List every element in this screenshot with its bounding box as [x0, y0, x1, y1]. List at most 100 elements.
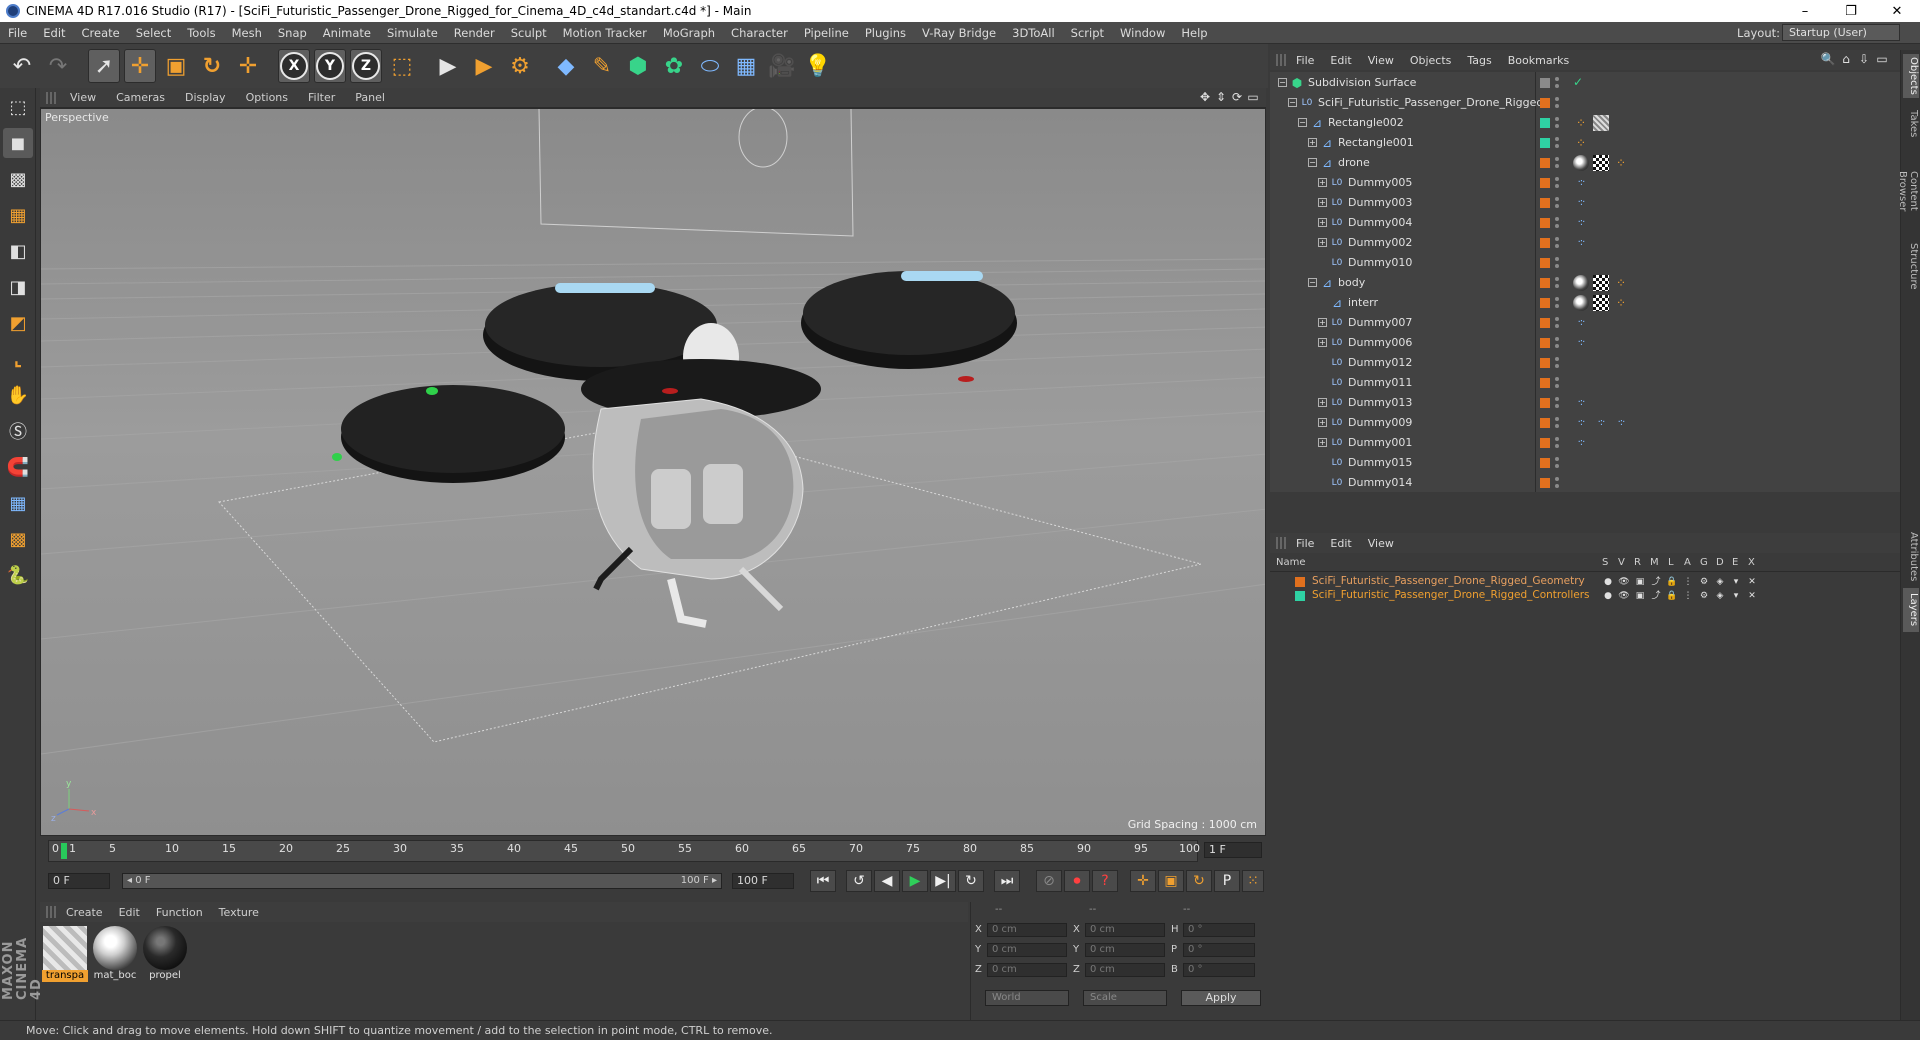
- prev-key-button[interactable]: ↺: [846, 870, 872, 892]
- om-menu-bookmarks[interactable]: Bookmarks: [1500, 54, 1577, 67]
- tree-expand-toggle[interactable]: +: [1318, 418, 1327, 427]
- move-tool-button[interactable]: ✛: [124, 49, 156, 83]
- visibility-toggle[interactable]: [1555, 256, 1559, 270]
- layer-color-swatch[interactable]: [1540, 158, 1550, 168]
- apply-button[interactable]: Apply: [1181, 990, 1261, 1006]
- panel-grip[interactable]: [1276, 54, 1286, 66]
- object-name[interactable]: Dummy012: [1348, 356, 1412, 369]
- xpresso-tag-icon[interactable]: ·:·: [1573, 435, 1589, 451]
- layer-color-swatch[interactable]: [1540, 458, 1550, 468]
- render-settings-button[interactable]: ⚙: [504, 49, 536, 83]
- undo-button[interactable]: ↶: [6, 49, 38, 83]
- object-name[interactable]: Dummy010: [1348, 256, 1412, 269]
- object-row[interactable]: + L0 Dummy009 ·:· ·:· ·:·: [1270, 413, 1900, 433]
- menu-edit[interactable]: Edit: [35, 26, 73, 40]
- layer-color-swatch[interactable]: [1540, 258, 1550, 268]
- viewport-menu-filter[interactable]: Filter: [298, 91, 345, 104]
- visibility-toggle[interactable]: [1555, 396, 1559, 410]
- solo-button[interactable]: Ⓢ: [3, 416, 33, 446]
- visibility-toggle[interactable]: [1555, 316, 1559, 330]
- object-name[interactable]: interr: [1348, 296, 1378, 309]
- visibility-toggle[interactable]: [1555, 376, 1559, 390]
- menu-mesh[interactable]: Mesh: [224, 26, 270, 40]
- snap-button[interactable]: 🧲: [3, 452, 33, 482]
- visibility-toggle[interactable]: [1555, 76, 1559, 90]
- pen-spline-button[interactable]: ✎: [586, 49, 618, 83]
- model-mode-button[interactable]: ◼: [3, 128, 33, 158]
- layer-flag-icon[interactable]: ▾: [1730, 576, 1742, 588]
- viewport-orbit-icon[interactable]: ⟳: [1230, 90, 1244, 104]
- layer-flag-icon[interactable]: 🔒: [1666, 576, 1678, 588]
- menu-animate[interactable]: Animate: [315, 26, 379, 40]
- object-name[interactable]: Dummy013: [1348, 396, 1412, 409]
- tree-expand-toggle[interactable]: +: [1318, 398, 1327, 407]
- texture-mode-button[interactable]: ▩: [3, 164, 33, 194]
- visibility-toggle[interactable]: [1555, 416, 1559, 430]
- subdivision-surface-button[interactable]: ⬢: [622, 49, 654, 83]
- timeline-ruler[interactable]: 0 1 5 10 15 20 25 30 35 40 45 50 55 60 6…: [48, 840, 1200, 862]
- position-y-field[interactable]: 0 cm: [987, 943, 1067, 957]
- object-row[interactable]: + L0 Dummy013 ·:·: [1270, 393, 1900, 413]
- object-row[interactable]: + L0 Dummy004 ·:·: [1270, 213, 1900, 233]
- menu-simulate[interactable]: Simulate: [379, 26, 446, 40]
- window-icon[interactable]: ▭: [1874, 52, 1890, 68]
- visibility-toggle[interactable]: [1555, 356, 1559, 370]
- layout-select[interactable]: Startup (User): [1782, 24, 1900, 41]
- material-tag-icon[interactable]: [1573, 295, 1589, 311]
- material-menu-function[interactable]: Function: [148, 906, 211, 919]
- object-row[interactable]: + ⊿ Rectangle001 ⁘: [1270, 133, 1900, 153]
- tree-expand-toggle[interactable]: +: [1318, 238, 1327, 247]
- object-row[interactable]: + L0 Dummy007 ·:·: [1270, 313, 1900, 333]
- search-icon[interactable]: 🔍: [1820, 52, 1836, 68]
- coordinate-space-select[interactable]: World: [985, 990, 1069, 1006]
- coordinate-mode-select[interactable]: Scale: [1083, 990, 1167, 1006]
- viewport-menu-view[interactable]: View: [60, 91, 106, 104]
- layer-name[interactable]: SciFi_Futuristic_Passenger_Drone_Rigged_…: [1312, 589, 1590, 601]
- material-menu-edit[interactable]: Edit: [111, 906, 148, 919]
- object-name[interactable]: Dummy015: [1348, 456, 1412, 469]
- visibility-toggle[interactable]: [1555, 216, 1559, 230]
- axis-mode-button[interactable]: ⌞: [3, 344, 33, 374]
- down-arrow-icon[interactable]: ⇩: [1856, 52, 1872, 68]
- lm-menu-file[interactable]: File: [1288, 537, 1322, 550]
- object-row[interactable]: + L0 Dummy002 ·:·: [1270, 233, 1900, 253]
- xpresso-tag-icon[interactable]: ·:·: [1593, 415, 1609, 431]
- layer-flag-icon[interactable]: ✕: [1746, 576, 1758, 588]
- menu-vray-bridge[interactable]: V-Ray Bridge: [914, 26, 1004, 40]
- layer-flag-icon[interactable]: ✕: [1746, 590, 1758, 602]
- visibility-toggle[interactable]: [1555, 136, 1559, 150]
- constraint-tag-icon[interactable]: ⁘: [1613, 155, 1629, 171]
- layer-name[interactable]: SciFi_Futuristic_Passenger_Drone_Rigged_…: [1312, 575, 1585, 587]
- deformer-button[interactable]: ⬭: [694, 49, 726, 83]
- object-name[interactable]: Dummy004: [1348, 216, 1412, 229]
- goto-end-button[interactable]: ⏭: [994, 870, 1020, 892]
- tree-expand-toggle[interactable]: −: [1308, 158, 1317, 167]
- side-tab-takes[interactable]: Takes: [1903, 102, 1919, 146]
- menu-plugins[interactable]: Plugins: [857, 26, 914, 40]
- rotate-tool-button[interactable]: ↻: [196, 49, 228, 83]
- render-view-button[interactable]: ▶: [432, 49, 464, 83]
- start-frame-field[interactable]: 0 F: [48, 873, 110, 889]
- viewport-menu-cameras[interactable]: Cameras: [106, 91, 175, 104]
- panel-grip[interactable]: [46, 906, 56, 918]
- object-row[interactable]: − ⊿ body ⁘: [1270, 273, 1900, 293]
- tree-expand-toggle[interactable]: −: [1278, 78, 1287, 87]
- lm-menu-view[interactable]: View: [1360, 537, 1402, 550]
- object-name[interactable]: Dummy005: [1348, 176, 1412, 189]
- layer-flag-icon[interactable]: ▾: [1730, 590, 1742, 602]
- layer-flag-icon[interactable]: ⋮: [1682, 576, 1694, 588]
- current-frame-field[interactable]: 1 F: [1204, 842, 1262, 858]
- render-picture-viewer-button[interactable]: ▶: [468, 49, 500, 83]
- viewport-zoom-icon[interactable]: ⇕: [1214, 90, 1228, 104]
- minimize-button[interactable]: –: [1782, 0, 1828, 22]
- object-row[interactable]: + L0 Dummy006 ·:·: [1270, 333, 1900, 353]
- object-row[interactable]: L0 Dummy014: [1270, 473, 1900, 493]
- play-button[interactable]: ▶: [902, 870, 928, 892]
- texture-tag-icon[interactable]: [1593, 275, 1609, 291]
- visibility-toggle[interactable]: [1555, 336, 1559, 350]
- object-name[interactable]: Dummy002: [1348, 236, 1412, 249]
- visibility-toggle[interactable]: [1555, 296, 1559, 310]
- om-menu-edit[interactable]: Edit: [1322, 54, 1359, 67]
- array-button[interactable]: ✿: [658, 49, 690, 83]
- tree-expand-toggle[interactable]: +: [1318, 178, 1327, 187]
